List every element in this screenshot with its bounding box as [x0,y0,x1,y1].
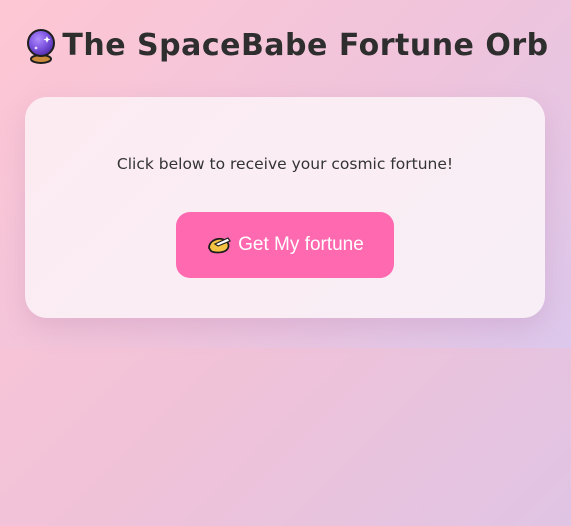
fortune-prompt: Click below to receive your cosmic fortu… [116,155,454,173]
crystal-ball-icon [27,29,56,64]
fortune-card: Click below to receive your cosmic fortu… [25,97,545,318]
fortune-cookie-icon [208,237,232,254]
get-fortune-button[interactable]: Get My fortune [176,212,394,278]
page-title: The SpaceBabe Fortune Orb [0,26,571,64]
get-fortune-button-label: Get My fortune [238,234,364,255]
page-title-text: The SpaceBabe Fortune Orb [62,27,549,63]
